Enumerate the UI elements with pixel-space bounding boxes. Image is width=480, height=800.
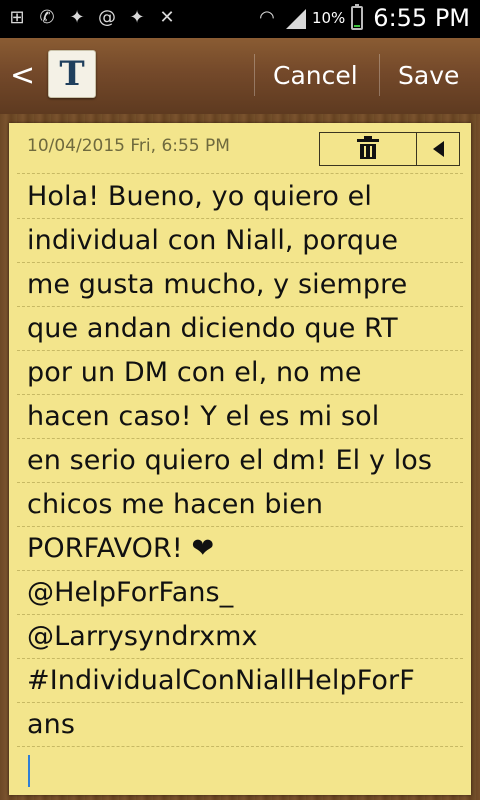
text-line: #IndividualConNiallHelpForF (17, 659, 463, 703)
text-line: hacen caso! Y el es mi sol (17, 395, 463, 439)
delete-button[interactable] (320, 133, 417, 165)
whatsapp-icon: ✆ (39, 7, 55, 28)
signal-icon (285, 9, 306, 29)
battery-icon (351, 4, 364, 30)
mute-icon: ✕ (159, 7, 175, 28)
text-line: chicos me hacen bien (17, 483, 463, 527)
wifi-icon: ◠ (259, 7, 275, 28)
back-button[interactable]: < (10, 58, 36, 94)
text-line-content: en serio quiero el dm! El y los (27, 445, 433, 476)
text-line-content: Hola! Bueno, yo quiero el (27, 181, 372, 212)
memo-app-icon[interactable]: T (48, 50, 96, 98)
note-date: 10/04/2015 Fri, 6:55 PM (27, 136, 230, 156)
text-cursor (28, 755, 30, 787)
text-line: por un DM con el, no me (17, 351, 463, 395)
twitter-icon: ✦ (69, 7, 85, 28)
at-sign-icon: @ (98, 7, 116, 28)
text-line-content: hacen caso! Y el es mi sol (27, 401, 380, 432)
trash-icon (357, 136, 379, 159)
divider (254, 54, 255, 96)
note-text-area[interactable]: Hola! Bueno, yo quiero el individual con… (17, 175, 463, 791)
text-line: en serio quiero el dm! El y los (17, 439, 463, 483)
text-line-content: @HelpForFans_ (27, 577, 234, 608)
text-line-content: chicos me hacen bien (27, 489, 324, 520)
text-line-content: me gusta mucho, y siempre (27, 269, 408, 300)
text-line: me gusta mucho, y siempre (17, 263, 463, 307)
text-line (17, 747, 463, 791)
twitter-icon: ✦ (129, 7, 145, 28)
text-line: PORFAVOR! ❤ (17, 527, 463, 571)
collapse-button[interactable] (417, 133, 459, 165)
text-line-content: que andan diciendo que RT (27, 313, 398, 344)
text-line-content: PORFAVOR! ❤ (27, 533, 215, 564)
text-line-content: individual con Niall, porque (27, 225, 399, 256)
add-icon: ⊞ (9, 7, 25, 28)
action-bar: < T Cancel Save (0, 38, 480, 116)
save-button[interactable]: Save (398, 56, 459, 96)
text-line: @HelpForFans_ (17, 571, 463, 615)
text-line-content: @Larrysyndrxmx (27, 621, 258, 652)
text-line: ans (17, 703, 463, 747)
triangle-left-icon (432, 141, 444, 157)
memo-note[interactable]: 10/04/2015 Fri, 6:55 PM Hola! Bueno, yo … (9, 123, 471, 795)
text-line-content: ans (27, 709, 76, 740)
cancel-button[interactable]: Cancel (273, 56, 358, 96)
status-bar: ⊞ ✆ ✦ @ ✦ ✕ ◠ 10% 6:55 PM (0, 0, 480, 38)
divider (379, 54, 380, 96)
text-line: Hola! Bueno, yo quiero el (17, 175, 463, 219)
clock: 6:55 PM (373, 4, 470, 32)
notification-icons: ⊞ ✆ ✦ @ ✦ ✕ (6, 7, 178, 29)
text-line-content: #IndividualConNiallHelpForF (27, 665, 415, 696)
text-line-content: por un DM con el, no me (27, 357, 362, 388)
battery-percent: 10% (311, 9, 346, 27)
text-line: @Larrysyndrxmx (17, 615, 463, 659)
text-line: individual con Niall, porque (17, 219, 463, 263)
text-line: que andan diciendo que RT (17, 307, 463, 351)
note-toolbar (319, 132, 460, 166)
system-indicators: ◠ 10% 6:55 PM (256, 4, 470, 32)
